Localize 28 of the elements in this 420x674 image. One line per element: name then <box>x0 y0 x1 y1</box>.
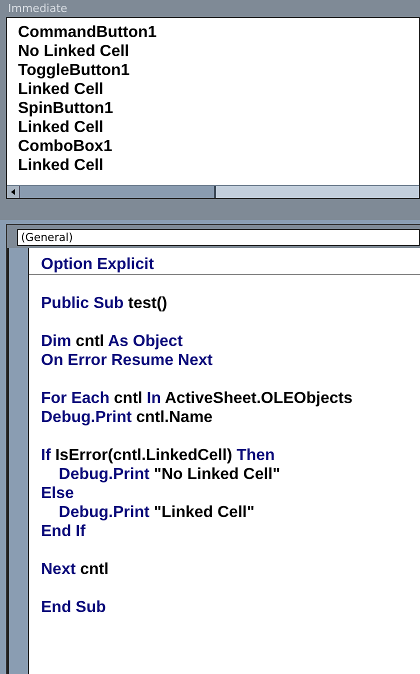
output-line: ToggleButton1 <box>18 61 130 80</box>
code-line: Debug.Print cntl.Name <box>41 408 213 427</box>
code-line: On Error Resume Next <box>41 351 213 370</box>
code-line: Debug.Print "Linked Cell" <box>58 503 254 522</box>
output-line: SpinButton1 <box>18 99 114 118</box>
code-line: Debug.Print "No Linked Cell" <box>58 465 280 484</box>
code-editor[interactable] <box>29 248 420 674</box>
output-line: CommandButton1 <box>18 23 157 42</box>
code-line: Dim cntl As Object <box>41 332 183 351</box>
left-arrow-icon <box>11 189 15 195</box>
code-line: End If <box>41 522 86 541</box>
output-line: Linked Cell <box>18 118 104 137</box>
scroll-left-button[interactable] <box>7 186 20 198</box>
scroll-thumb[interactable] <box>20 186 216 198</box>
code-line: For Each cntl In ActiveSheet.OLEObjects <box>41 389 352 408</box>
code-line: Public Sub test() <box>41 294 168 313</box>
object-dropdown[interactable]: (General) <box>17 229 420 246</box>
code-line: Else <box>41 484 74 503</box>
code-line: Next cntl <box>41 560 109 579</box>
output-line: Linked Cell <box>18 156 104 175</box>
output-line: No Linked Cell <box>18 42 130 61</box>
code-line: Option Explicit <box>29 248 420 275</box>
horizontal-scrollbar[interactable] <box>7 185 419 198</box>
output-line: Linked Cell <box>18 80 104 99</box>
code-line: If IsError(cntl.LinkedCell) Then <box>41 446 275 465</box>
output-line: ComboBox1 <box>18 137 112 156</box>
code-line: End Sub <box>41 598 106 617</box>
pane-title: Immediate <box>7 1 68 17</box>
